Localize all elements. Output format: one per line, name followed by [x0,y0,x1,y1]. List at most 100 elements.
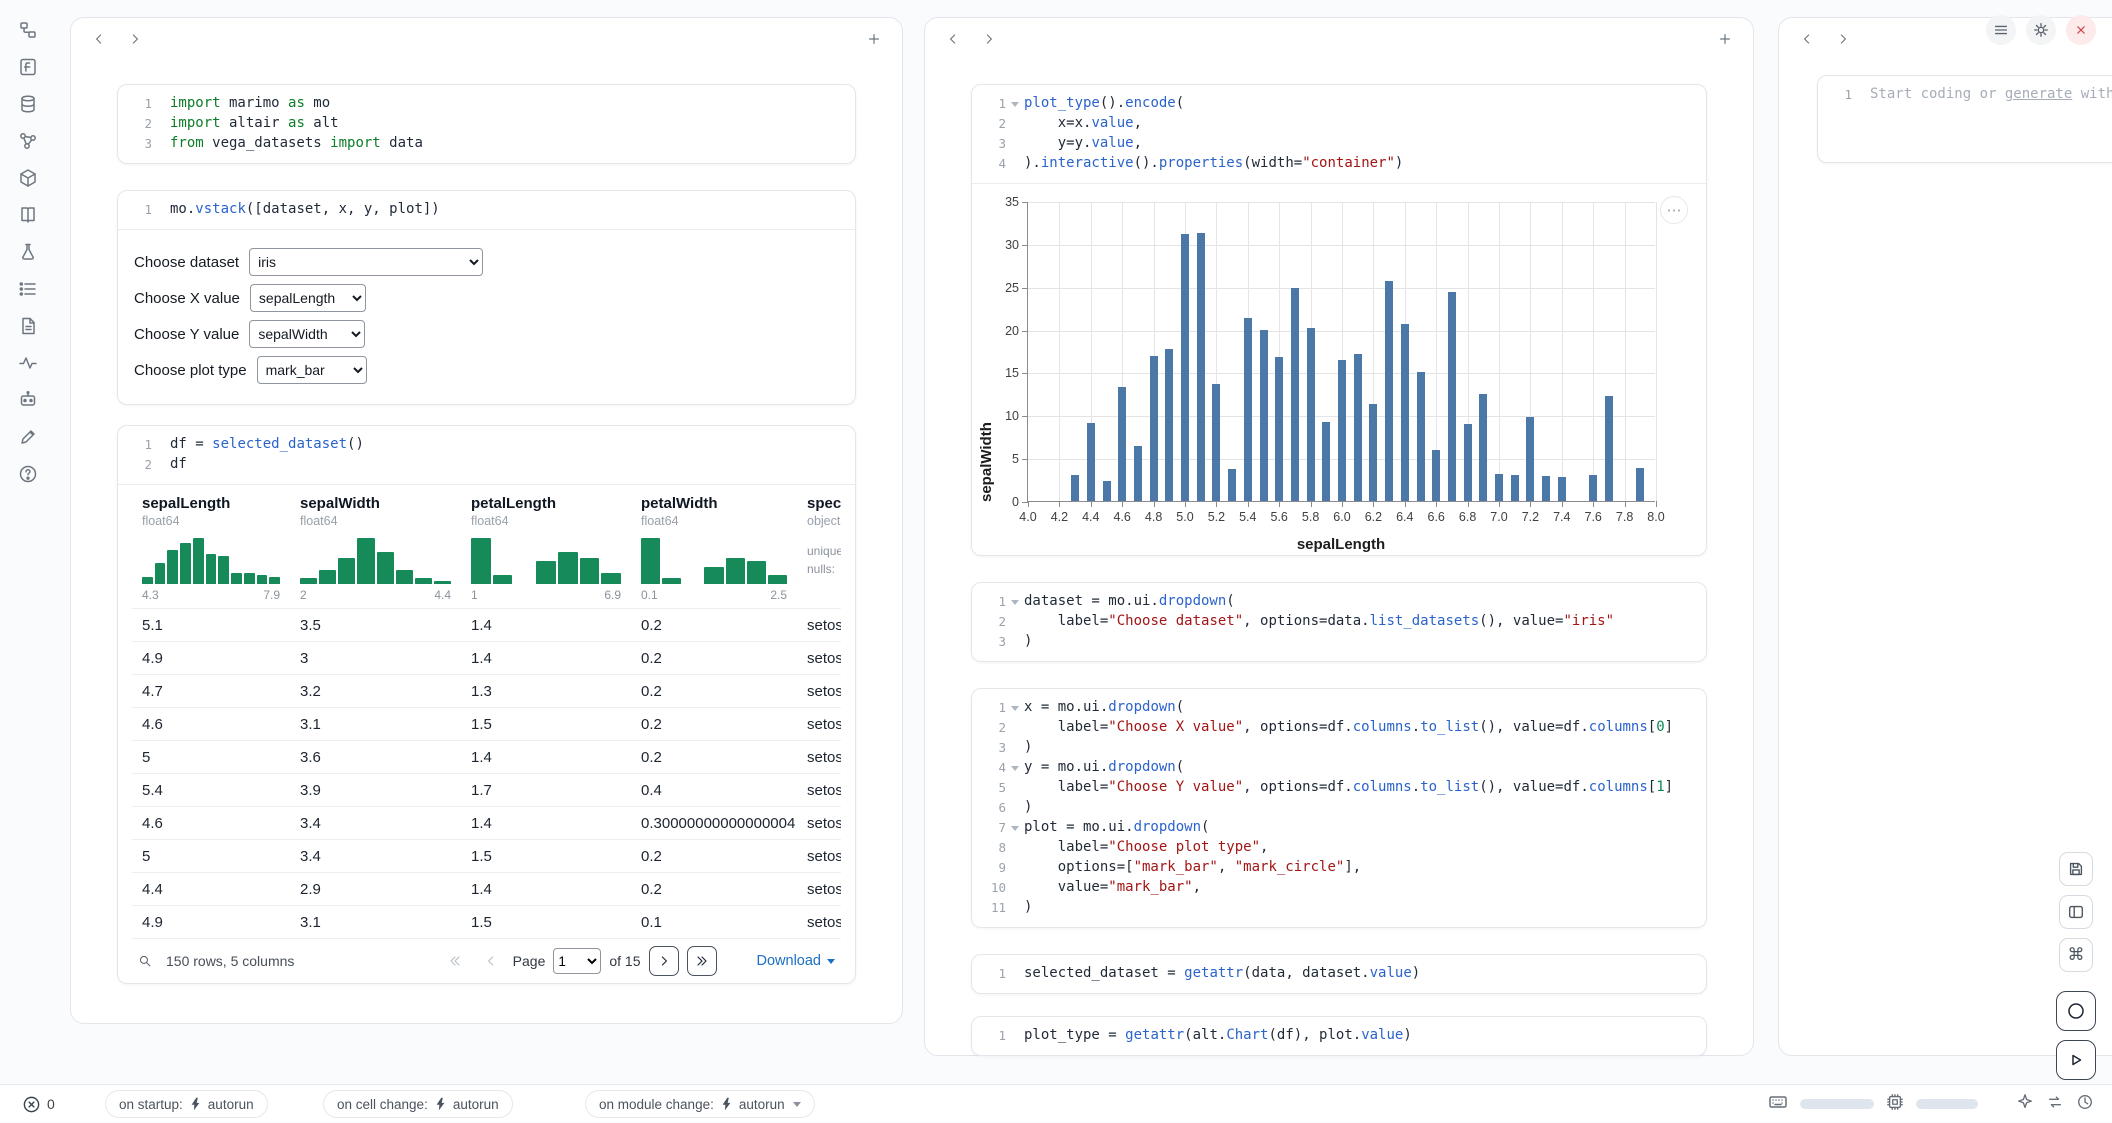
code-editor[interactable]: 1x = mo.ui.dropdown(2 label="Choose X va… [972,689,1706,927]
code-editor[interactable]: 1import marimo as mo2import altair as al… [118,85,855,163]
add-column-button[interactable] [1711,25,1739,53]
line-number: 1 [118,96,152,111]
fold-chevron-icon[interactable] [1011,766,1019,771]
save-button[interactable] [2059,852,2093,886]
table-row[interactable]: 4.42.91.40.2setosa [132,872,841,905]
line-number: 2 [972,116,1006,131]
first-page-button[interactable] [441,947,469,975]
table-cell: 5.1 [132,617,290,634]
table-row[interactable]: 53.41.50.2setosa [132,839,841,872]
datasets-icon[interactable] [12,88,44,120]
scratchpad-icon[interactable] [12,421,44,453]
chat-icon[interactable] [12,384,44,416]
fold-chevron-icon[interactable] [1011,706,1019,711]
table-row[interactable]: 4.63.41.40.30000000000000004setosa [132,806,841,839]
logs-icon[interactable] [12,310,44,342]
documentation-icon[interactable] [12,199,44,231]
shutdown-button[interactable] [2066,15,2096,45]
axis-tick [1216,501,1217,507]
settings-button[interactable] [2026,15,2056,45]
x-value-select[interactable]: sepalLength [250,284,366,312]
table-row[interactable]: 5.43.91.70.4setosa [132,773,841,806]
column-header-petalLength[interactable]: petalLengthfloat6416.9 [461,485,631,608]
run-indicator-button[interactable] [2056,991,2096,1031]
prev-page-button[interactable] [477,947,505,975]
keyboard-shortcuts-button[interactable]: ⌘ [2059,938,2093,972]
dataset-select[interactable]: iris [249,248,483,276]
generate-with-ai-link[interactable]: generate [2005,86,2072,102]
tracing-icon[interactable] [12,347,44,379]
column-prev-button[interactable] [85,25,113,53]
column-header-species[interactable]: speciesobjectunique:nulls: [797,485,841,608]
on-cell-change-chip[interactable]: on cell change: autorun [323,1090,513,1118]
column-prev-button[interactable] [1793,25,1821,53]
explorer-icon[interactable] [12,14,44,46]
vega-chart[interactable]: 051015202530354.04.24.44.64.85.05.25.45.… [1027,202,1655,502]
fold-chevron-icon[interactable] [1011,600,1019,605]
chip-label: on module change: [599,1097,714,1112]
table-row[interactable]: 4.931.40.2setosa [132,641,841,674]
packages-icon[interactable] [12,162,44,194]
code-editor[interactable]: 1dataset = mo.ui.dropdown(2 label="Choos… [972,583,1706,661]
history-clock-icon[interactable] [2076,1093,2094,1116]
next-page-button[interactable] [649,946,679,976]
code-editor[interactable]: 1mo.vstack([dataset, x, y, plot]) [118,191,855,229]
column-next-button[interactable] [121,25,149,53]
circle-x-icon [22,1095,41,1114]
code-editor[interactable]: 1plot_type = getattr(alt.Chart(df), plot… [972,1017,1706,1055]
table-row[interactable]: 4.63.11.50.2setosa [132,707,841,740]
range-min: 1 [471,588,478,602]
code-editor[interactable]: 1selected_dataset = getattr(data, datase… [972,955,1706,993]
column-histogram [300,538,451,584]
column-prev-button[interactable] [939,25,967,53]
code-editor[interactable]: 1df = selected_dataset()2df [118,426,855,484]
column-header-sepalLength[interactable]: sepalLengthfloat644.37.9 [132,485,290,608]
dependencies-icon[interactable] [12,125,44,157]
errors-indicator[interactable]: 0 [16,1085,61,1123]
table-row[interactable]: 4.93.11.50.1setosa [132,905,841,938]
cell-plot-type: 1plot_type = getattr(alt.Chart(df), plot… [971,1016,1707,1056]
fold-chevron-icon[interactable] [1011,102,1019,107]
panel-toggle-button[interactable] [2059,895,2093,929]
hist-bar [641,538,660,584]
table-search-button[interactable] [132,948,158,974]
column-next-button[interactable] [1829,25,1857,53]
ai-status-icon[interactable] [2016,1093,2034,1116]
y-value-select[interactable]: sepalWidth [249,320,365,348]
code-line: 4).interactive().properties(width="conta… [972,153,1706,173]
download-button[interactable]: Download [751,952,842,970]
page-select[interactable]: 1 [553,948,601,974]
new-empty-cell[interactable]: 1 Start coding or generate with AI [1817,75,2112,163]
column-type: float64 [471,514,621,528]
cell-editor[interactable]: 1 Start coding or generate with AI [1818,76,2112,114]
table-cell: 4.6 [132,815,290,832]
plot-type-select[interactable]: mark_bar [257,356,367,384]
last-page-button[interactable] [687,946,717,976]
column-header-sepalWidth[interactable]: sepalWidthfloat6424.4 [290,485,461,608]
table-row[interactable]: 5.13.51.40.2setosa [132,608,841,641]
swap-icon[interactable] [2046,1093,2064,1116]
column-header-petalWidth[interactable]: petalWidthfloat640.12.5 [631,485,797,608]
chart-menu-button[interactable]: ⋯ [1660,196,1688,224]
code-editor[interactable]: 1plot_type().encode(2 x=x.value,3 y=y.va… [972,85,1706,183]
on-startup-chip[interactable]: on startup: autorun [105,1090,268,1118]
keyboard-icon[interactable] [1768,1092,1788,1117]
add-column-button[interactable] [860,25,888,53]
snippets-icon[interactable] [12,236,44,268]
code-text: import marimo as mo [170,95,330,111]
column-histogram [471,538,621,584]
fold-chevron-icon[interactable] [1011,826,1019,831]
marimo-file-icon[interactable] [12,51,44,83]
on-module-change-chip[interactable]: on module change: autorun [585,1090,815,1118]
outline-icon[interactable] [12,273,44,305]
axis-tick [1022,331,1028,332]
table-row[interactable]: 4.73.21.30.2setosa [132,674,841,707]
bolt-icon [189,1097,202,1111]
run-button[interactable] [2056,1040,2096,1080]
help-icon[interactable] [12,458,44,490]
column-next-button[interactable] [975,25,1003,53]
notebook-menu-button[interactable] [1986,15,2016,45]
range-min: 2 [300,588,307,602]
table-row[interactable]: 53.61.40.2setosa [132,740,841,773]
memory-icon[interactable] [1886,1093,1904,1116]
